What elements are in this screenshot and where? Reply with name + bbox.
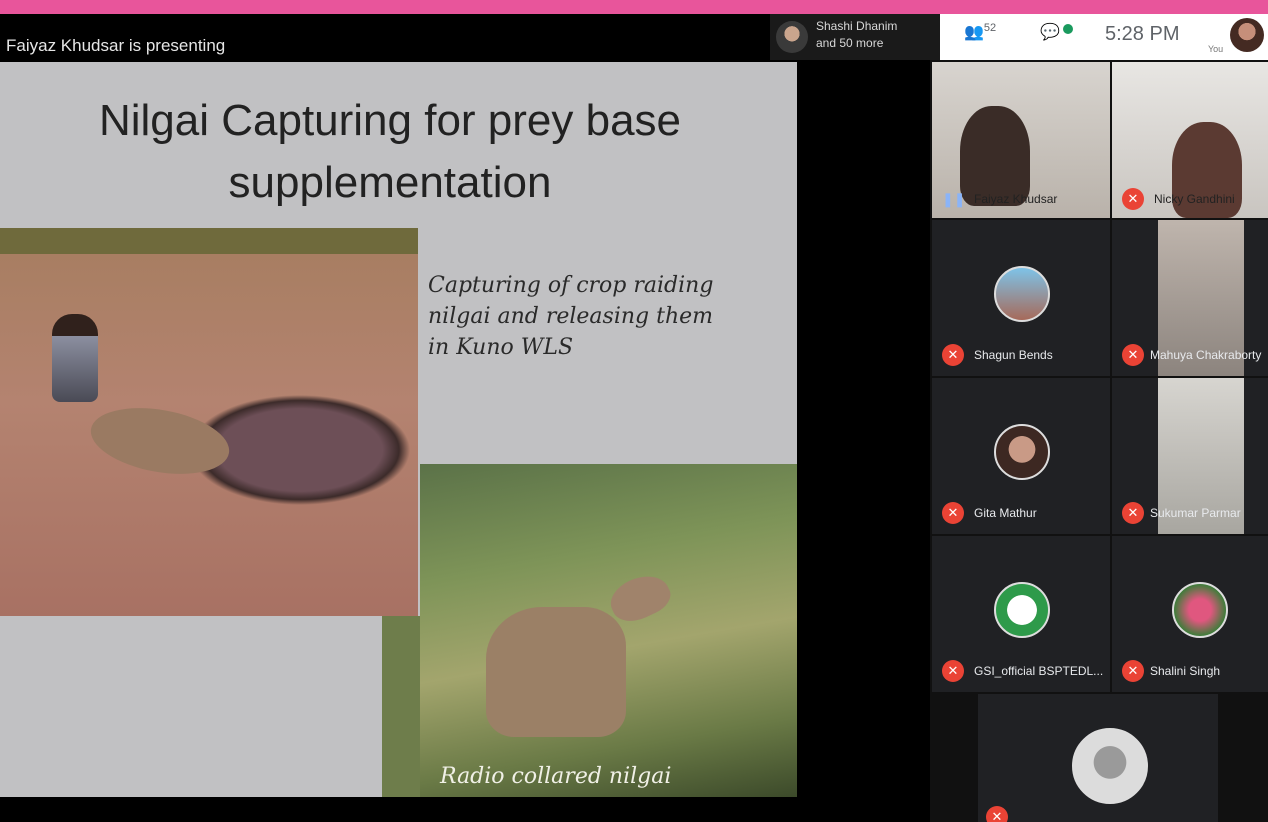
slide-title-line2: supplementation xyxy=(228,158,552,207)
attendee-chip-text: Shashi Dhanim and 50 more xyxy=(816,18,897,52)
participant-name: Faiyaz Khudsar xyxy=(974,192,1058,206)
participant-tile[interactable]: ✕ Shalini Singh xyxy=(1112,536,1268,692)
presentation-slide: Nilgai Capturing for prey base supplemen… xyxy=(0,62,797,797)
participant-tile[interactable]: ✕ Mahuya Chakraborty xyxy=(1112,220,1268,376)
self-label: You xyxy=(1208,44,1224,54)
attendee-avatar xyxy=(776,21,808,53)
participant-name: Mahuya Chakraborty xyxy=(1150,348,1262,362)
participant-tile[interactable]: ❚❚ Faiyaz Khudsar xyxy=(932,62,1110,218)
participant-avatar xyxy=(994,582,1050,638)
participant-tile[interactable]: ✕ Nicky Gandhini xyxy=(1112,62,1268,218)
status-area: 👥52 💬 5:28 PM You xyxy=(940,14,1268,60)
participant-tile[interactable]: ✕ Gita Mathur xyxy=(932,378,1110,534)
chat-button[interactable]: 💬 xyxy=(1040,22,1060,42)
mic-off-icon: ✕ xyxy=(942,660,964,682)
participant-name: Gita Mathur xyxy=(974,506,1037,520)
people-button[interactable]: 👥52 xyxy=(964,22,996,42)
attendee-chip-line2: and 50 more xyxy=(816,36,884,50)
participant-avatar xyxy=(994,424,1050,480)
slide-caption-top: Capturing of crop raiding nilgai and rel… xyxy=(428,270,768,363)
participant-tile[interactable]: ✕ Sukumar Parmar xyxy=(1112,378,1268,534)
people-icon: 👥 xyxy=(964,24,984,41)
participant-name: GSI_official BSPTEDL... xyxy=(974,664,1104,678)
mic-off-icon: ✕ xyxy=(942,502,964,524)
mic-off-icon: ✕ xyxy=(986,806,1008,822)
top-accent-stripe xyxy=(0,0,1268,14)
participant-name: Shagun Bends xyxy=(974,348,1053,362)
mic-off-icon: ✕ xyxy=(1122,660,1144,682)
participant-avatar xyxy=(994,266,1050,322)
attendee-chip[interactable]: Shashi Dhanim and 50 more xyxy=(770,14,940,60)
people-count: 52 xyxy=(983,22,997,34)
participant-grid: ❚❚ Faiyaz Khudsar ✕ Nicky Gandhini ✕ Sha… xyxy=(930,60,1268,822)
presenting-label: Faiyaz Khudsar is presenting xyxy=(6,36,226,55)
self-avatar[interactable] xyxy=(1230,18,1264,52)
mic-off-icon: ✕ xyxy=(942,344,964,366)
chat-icon: 💬 xyxy=(1040,24,1060,41)
photo-pond-capture xyxy=(0,228,418,616)
photo-person xyxy=(52,314,98,402)
mic-off-icon: ✕ xyxy=(1122,188,1144,210)
slide-caption-bottom: Radio collared nilgai xyxy=(440,764,672,789)
slide-caption-top-line2: nilgai and releasing them xyxy=(428,304,714,329)
slide-caption-top-line1: Capturing of crop raiding xyxy=(428,273,714,298)
participant-tile[interactable]: ✕ Shagun Bends xyxy=(932,220,1110,376)
participant-tile[interactable]: ✕ GSI_official BSPTEDL... xyxy=(932,536,1110,692)
slide-title-line1: Nilgai Capturing for prey base xyxy=(98,96,682,145)
clock: 5:28 PM xyxy=(1105,23,1180,45)
participant-name: Sukumar Parmar xyxy=(1150,506,1241,520)
participant-avatar xyxy=(1172,582,1228,638)
participant-avatar xyxy=(1072,728,1148,804)
attendee-chip-line1: Shashi Dhanim xyxy=(816,19,898,33)
chat-badge xyxy=(1063,24,1073,34)
slide-title: Nilgai Capturing for prey base supplemen… xyxy=(0,90,780,214)
participant-tile[interactable]: ✕ xyxy=(978,694,1218,822)
photo-standing-nilgai xyxy=(486,607,626,737)
participant-name: Shalini Singh xyxy=(1150,664,1221,678)
participant-name: Nicky Gandhini xyxy=(1154,192,1235,206)
photo-captured-nilgai xyxy=(85,398,235,484)
mic-on-icon: ❚❚ xyxy=(942,191,966,207)
photo-forest-edge xyxy=(382,616,422,797)
mic-off-icon: ✕ xyxy=(1122,502,1144,524)
mic-off-icon: ✕ xyxy=(1122,344,1144,366)
participant-video xyxy=(960,106,1030,206)
slide-caption-top-line3: in Kuno WLS xyxy=(428,335,574,360)
